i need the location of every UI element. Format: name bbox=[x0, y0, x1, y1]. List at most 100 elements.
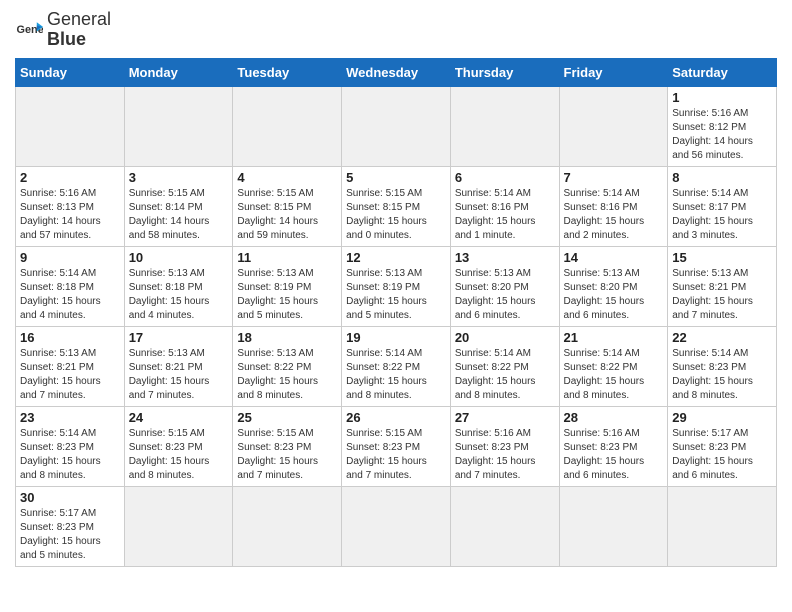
day-sun-info: Sunrise: 5:13 AMSunset: 8:22 PMDaylight:… bbox=[237, 347, 337, 403]
calendar-day-cell bbox=[450, 86, 559, 166]
day-sun-info: Sunrise: 5:14 AMSunset: 8:22 PMDaylight:… bbox=[455, 347, 555, 403]
calendar-day-cell: 28 Sunrise: 5:16 AMSunset: 8:23 PMDayligh… bbox=[559, 406, 668, 486]
calendar-day-cell bbox=[342, 86, 451, 166]
calendar-day-cell bbox=[668, 486, 777, 566]
day-number: 9 bbox=[20, 250, 120, 265]
day-number: 21 bbox=[564, 330, 664, 345]
calendar-day-cell bbox=[559, 486, 668, 566]
logo-text: GeneralBlue bbox=[47, 10, 111, 50]
day-number: 19 bbox=[346, 330, 446, 345]
day-sun-info: Sunrise: 5:17 AMSunset: 8:23 PMDaylight:… bbox=[672, 427, 772, 483]
day-sun-info: Sunrise: 5:13 AMSunset: 8:19 PMDaylight:… bbox=[237, 267, 337, 323]
calendar-week-row: 2Sunrise: 5:16 AMSunset: 8:13 PMDaylight… bbox=[16, 166, 777, 246]
calendar-day-cell bbox=[342, 486, 451, 566]
calendar-day-cell bbox=[124, 486, 233, 566]
calendar-day-cell: 6 Sunrise: 5:14 AMSunset: 8:16 PMDaylight… bbox=[450, 166, 559, 246]
day-sun-info: Sunrise: 5:13 AMSunset: 8:20 PMDaylight:… bbox=[455, 267, 555, 323]
day-number: 15 bbox=[672, 250, 772, 265]
calendar-day-cell bbox=[559, 86, 668, 166]
day-number: 29 bbox=[672, 410, 772, 425]
day-number: 3 bbox=[129, 170, 229, 185]
day-sun-info: Sunrise: 5:13 AMSunset: 8:18 PMDaylight:… bbox=[129, 267, 229, 323]
calendar-day-cell: 23 Sunrise: 5:14 AMSunset: 8:23 PMDayligh… bbox=[16, 406, 125, 486]
calendar-day-cell: 22 Sunrise: 5:14 AMSunset: 8:23 PMDayligh… bbox=[668, 326, 777, 406]
calendar-day-cell: 11Sunrise: 5:13 AMSunset: 8:19 PMDayligh… bbox=[233, 246, 342, 326]
weekday-header-saturday: Saturday bbox=[668, 58, 777, 86]
calendar-day-cell: 7Sunrise: 5:14 AMSunset: 8:16 PMDaylight… bbox=[559, 166, 668, 246]
day-number: 5 bbox=[346, 170, 446, 185]
day-sun-info: Sunrise: 5:13 AMSunset: 8:19 PMDaylight:… bbox=[346, 267, 446, 323]
day-sun-info: Sunrise: 5:13 AMSunset: 8:21 PMDaylight:… bbox=[672, 267, 772, 323]
day-number: 7 bbox=[564, 170, 664, 185]
day-sun-info: Sunrise: 5:16 AMSunset: 8:23 PMDaylight:… bbox=[564, 427, 664, 483]
day-number: 10 bbox=[129, 250, 229, 265]
day-number: 23 bbox=[20, 410, 120, 425]
calendar-day-cell bbox=[124, 86, 233, 166]
day-sun-info: Sunrise: 5:14 AMSunset: 8:22 PMDaylight:… bbox=[564, 347, 664, 403]
day-number: 27 bbox=[455, 410, 555, 425]
calendar-day-cell: 21 Sunrise: 5:14 AMSunset: 8:22 PMDayligh… bbox=[559, 326, 668, 406]
day-sun-info: Sunrise: 5:15 AMSunset: 8:14 PMDaylight:… bbox=[129, 187, 229, 243]
day-sun-info: Sunrise: 5:14 AMSunset: 8:18 PMDaylight:… bbox=[20, 267, 120, 323]
calendar-day-cell: 1Sunrise: 5:16 AMSunset: 8:12 PMDaylight… bbox=[668, 86, 777, 166]
day-sun-info: Sunrise: 5:14 AMSunset: 8:16 PMDaylight:… bbox=[455, 187, 555, 243]
day-sun-info: Sunrise: 5:17 AMSunset: 8:23 PMDaylight:… bbox=[20, 507, 120, 563]
weekday-header-monday: Monday bbox=[124, 58, 233, 86]
day-number: 2 bbox=[20, 170, 120, 185]
day-sun-info: Sunrise: 5:15 AMSunset: 8:23 PMDaylight:… bbox=[129, 427, 229, 483]
calendar-day-cell: 24 Sunrise: 5:15 AMSunset: 8:23 PMDayligh… bbox=[124, 406, 233, 486]
calendar-day-cell: 2Sunrise: 5:16 AMSunset: 8:13 PMDaylight… bbox=[16, 166, 125, 246]
calendar-day-cell: 20Sunrise: 5:14 AMSunset: 8:22 PMDayligh… bbox=[450, 326, 559, 406]
generalblue-logo-icon: General bbox=[15, 16, 43, 44]
day-number: 26 bbox=[346, 410, 446, 425]
day-number: 30 bbox=[20, 490, 120, 505]
calendar-day-cell: 12 Sunrise: 5:13 AMSunset: 8:19 PMDayligh… bbox=[342, 246, 451, 326]
day-number: 28 bbox=[564, 410, 664, 425]
day-number: 22 bbox=[672, 330, 772, 345]
calendar-day-cell: 4Sunrise: 5:15 AMSunset: 8:15 PMDaylight… bbox=[233, 166, 342, 246]
calendar-day-cell: 14 Sunrise: 5:13 AMSunset: 8:20 PMDayligh… bbox=[559, 246, 668, 326]
weekday-header-thursday: Thursday bbox=[450, 58, 559, 86]
calendar-table: SundayMondayTuesdayWednesdayThursdayFrid… bbox=[15, 58, 777, 567]
day-number: 17 bbox=[129, 330, 229, 345]
day-sun-info: Sunrise: 5:15 AMSunset: 8:15 PMDaylight:… bbox=[346, 187, 446, 243]
calendar-day-cell bbox=[450, 486, 559, 566]
day-number: 25 bbox=[237, 410, 337, 425]
day-number: 12 bbox=[346, 250, 446, 265]
day-number: 6 bbox=[455, 170, 555, 185]
day-number: 18 bbox=[237, 330, 337, 345]
day-sun-info: Sunrise: 5:14 AMSunset: 8:17 PMDaylight:… bbox=[672, 187, 772, 243]
calendar-day-cell: 27Sunrise: 5:16 AMSunset: 8:23 PMDayligh… bbox=[450, 406, 559, 486]
weekday-header-wednesday: Wednesday bbox=[342, 58, 451, 86]
calendar-day-cell: 9 Sunrise: 5:14 AMSunset: 8:18 PMDaylight… bbox=[16, 246, 125, 326]
calendar-day-cell bbox=[233, 86, 342, 166]
calendar-week-row: 30 Sunrise: 5:17 AMSunset: 8:23 PMDayligh… bbox=[16, 486, 777, 566]
weekday-header-friday: Friday bbox=[559, 58, 668, 86]
day-sun-info: Sunrise: 5:13 AMSunset: 8:21 PMDaylight:… bbox=[129, 347, 229, 403]
day-number: 14 bbox=[564, 250, 664, 265]
calendar-day-cell bbox=[16, 86, 125, 166]
calendar-day-cell: 29 Sunrise: 5:17 AMSunset: 8:23 PMDayligh… bbox=[668, 406, 777, 486]
calendar-day-cell: 16Sunrise: 5:13 AMSunset: 8:21 PMDayligh… bbox=[16, 326, 125, 406]
calendar-day-cell: 15 Sunrise: 5:13 AMSunset: 8:21 PMDayligh… bbox=[668, 246, 777, 326]
calendar-day-cell: 10 Sunrise: 5:13 AMSunset: 8:18 PMDayligh… bbox=[124, 246, 233, 326]
calendar-week-row: 9 Sunrise: 5:14 AMSunset: 8:18 PMDaylight… bbox=[16, 246, 777, 326]
calendar-day-cell: 3 Sunrise: 5:15 AMSunset: 8:14 PMDaylight… bbox=[124, 166, 233, 246]
calendar-day-cell: 30 Sunrise: 5:17 AMSunset: 8:23 PMDayligh… bbox=[16, 486, 125, 566]
calendar-day-cell: 5 Sunrise: 5:15 AMSunset: 8:15 PMDaylight… bbox=[342, 166, 451, 246]
day-sun-info: Sunrise: 5:15 AMSunset: 8:23 PMDaylight:… bbox=[346, 427, 446, 483]
calendar-day-cell: 26 Sunrise: 5:15 AMSunset: 8:23 PMDayligh… bbox=[342, 406, 451, 486]
calendar-day-cell: 13 Sunrise: 5:13 AMSunset: 8:20 PMDayligh… bbox=[450, 246, 559, 326]
day-number: 13 bbox=[455, 250, 555, 265]
day-sun-info: Sunrise: 5:13 AMSunset: 8:21 PMDaylight:… bbox=[20, 347, 120, 403]
calendar-week-row: 23 Sunrise: 5:14 AMSunset: 8:23 PMDayligh… bbox=[16, 406, 777, 486]
day-sun-info: Sunrise: 5:14 AMSunset: 8:23 PMDaylight:… bbox=[20, 427, 120, 483]
day-sun-info: Sunrise: 5:13 AMSunset: 8:20 PMDaylight:… bbox=[564, 267, 664, 323]
day-number: 24 bbox=[129, 410, 229, 425]
calendar-week-row: 1Sunrise: 5:16 AMSunset: 8:12 PMDaylight… bbox=[16, 86, 777, 166]
day-number: 4 bbox=[237, 170, 337, 185]
weekday-header-sunday: Sunday bbox=[16, 58, 125, 86]
day-number: 8 bbox=[672, 170, 772, 185]
day-sun-info: Sunrise: 5:14 AMSunset: 8:23 PMDaylight:… bbox=[672, 347, 772, 403]
calendar-day-cell bbox=[233, 486, 342, 566]
